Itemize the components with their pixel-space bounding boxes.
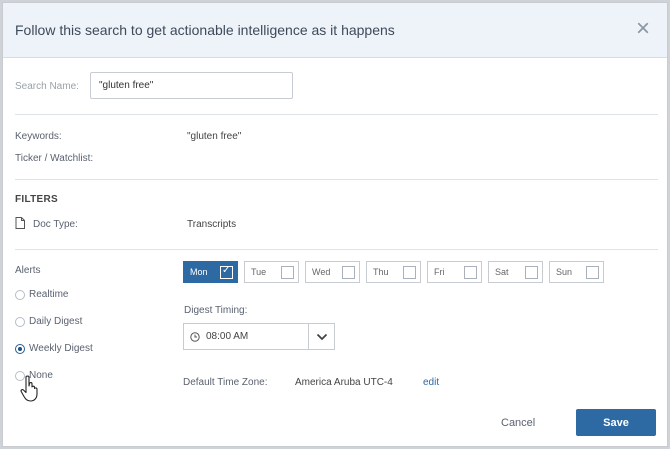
doc-type-label: Doc Type:	[33, 219, 78, 230]
modal-title: Follow this search to get actionable int…	[15, 22, 395, 38]
alert-option-label: Daily Digest	[29, 316, 83, 327]
time-zone-value: America Aruba UTC-4	[295, 377, 393, 388]
day-checkbox[interactable]	[281, 265, 294, 279]
day-checkbox[interactable]	[220, 265, 233, 279]
day-toggle-sun[interactable]: Sun	[549, 261, 604, 283]
radio-button[interactable]	[15, 289, 25, 300]
digest-time-value-area: 08:00 AM	[184, 324, 308, 349]
day-checkbox[interactable]	[403, 265, 416, 279]
day-label: Thu	[373, 267, 389, 277]
alerts-label: Alerts	[15, 265, 41, 276]
day-toggle-thu[interactable]: Thu	[366, 261, 421, 283]
filters-heading: FILTERS	[15, 194, 59, 205]
keywords-value: "gluten free"	[187, 131, 242, 142]
digest-time-select[interactable]: 08:00 AM	[183, 323, 335, 350]
day-label: Mon	[190, 267, 208, 277]
radio-button[interactable]	[15, 316, 25, 327]
radio-button-selected[interactable]	[15, 343, 25, 354]
day-toggle-tue[interactable]: Tue	[244, 261, 299, 283]
time-zone-edit-link[interactable]: edit	[423, 377, 439, 388]
clock-icon	[190, 331, 200, 342]
modal-header: Follow this search to get actionable int…	[3, 3, 667, 58]
divider	[15, 179, 658, 180]
chevron-down-icon[interactable]	[308, 324, 334, 349]
alert-option-label: Realtime	[29, 289, 69, 300]
day-toggle-sat[interactable]: Sat	[488, 261, 543, 283]
doc-type-value: Transcripts	[187, 219, 237, 230]
hand-cursor-icon	[20, 375, 38, 402]
search-name-input[interactable]	[90, 72, 293, 99]
digest-timing-label: Digest Timing:	[184, 305, 248, 316]
alert-option-realtime[interactable]: Realtime	[15, 289, 68, 300]
alert-option-weekly-digest[interactable]: Weekly Digest	[15, 343, 93, 354]
day-toggle-mon[interactable]: Mon	[183, 261, 238, 283]
alert-option-daily-digest[interactable]: Daily Digest	[15, 316, 82, 327]
default-time-zone-label: Default Time Zone:	[183, 377, 268, 388]
search-name-label: Search Name:	[15, 81, 79, 92]
day-checkbox[interactable]	[525, 265, 538, 279]
divider	[15, 114, 658, 115]
document-icon	[15, 217, 25, 229]
digest-time-value: 08:00 AM	[206, 331, 249, 342]
day-toggle-wed[interactable]: Wed	[305, 261, 360, 283]
divider	[15, 249, 658, 250]
cancel-button[interactable]: Cancel	[501, 417, 535, 429]
day-label: Sun	[556, 267, 573, 277]
day-label: Wed	[312, 267, 331, 277]
day-selector: Mon Tue Wed Thu Fri Sat Sun	[183, 261, 604, 283]
day-checkbox[interactable]	[464, 265, 477, 279]
save-button[interactable]: Save	[576, 409, 656, 436]
follow-search-modal: Follow this search to get actionable int…	[2, 2, 668, 447]
day-checkbox[interactable]	[586, 265, 599, 279]
day-checkbox[interactable]	[342, 265, 355, 279]
keywords-label: Keywords:	[15, 131, 62, 142]
ticker-watchlist-label: Ticker / Watchlist:	[15, 153, 94, 164]
day-label: Tue	[251, 267, 267, 277]
alert-option-label: Weekly Digest	[29, 343, 93, 354]
day-label: Fri	[434, 267, 445, 277]
close-icon[interactable]: ×	[631, 16, 655, 42]
day-toggle-fri[interactable]: Fri	[427, 261, 482, 283]
day-label: Sat	[495, 267, 509, 277]
